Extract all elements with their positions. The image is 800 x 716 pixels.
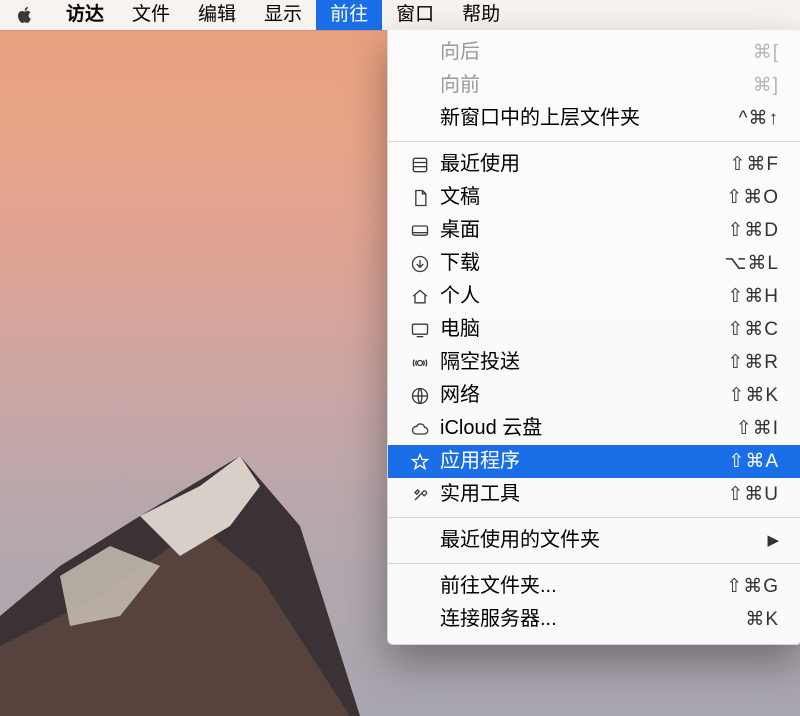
menu-item-recent-folders[interactable]: 最近使用的文件夹 ▶ [388,524,800,557]
menu-item-connect-server[interactable]: 连接服务器... ⌘K [388,603,800,636]
menu-item-shortcut: ⇧⌘H [727,280,779,313]
menu-item-shortcut: ^⌘↑ [739,102,779,135]
menu-item-shortcut: ⇧⌘C [727,313,779,346]
menu-file[interactable]: 文件 [118,0,184,30]
menu-item-label: 应用程序 [440,445,728,478]
menu-item-label: 桌面 [440,214,727,247]
icloud-icon [410,419,440,439]
menu-go[interactable]: 前往 [316,0,382,30]
menu-item-label: 向前 [440,69,753,102]
airdrop-icon [410,353,440,373]
menu-item-shortcut: ⇧⌘A [728,445,779,478]
menubar: 访达 文件 编辑 显示 前往 窗口 帮助 [0,0,800,30]
menu-item-shortcut: ⇧⌘K [728,379,779,412]
menu-separator [388,141,800,142]
network-icon [410,386,440,406]
documents-icon [410,188,440,208]
menu-item-documents[interactable]: 文稿 ⇧⌘O [388,181,800,214]
utilities-icon [410,485,440,505]
menu-item-shortcut: ⌘[ [753,36,779,69]
desktop-icon [410,221,440,241]
computer-icon [410,320,440,340]
menu-item-shortcut: ⇧⌘O [726,181,779,214]
menu-item-label: 隔空投送 [440,346,727,379]
menu-item-shortcut: ⇧⌘U [727,478,779,511]
menu-item-shortcut: ⇧⌘G [726,570,779,603]
menu-item-label: 下载 [440,247,725,280]
menu-item-computer[interactable]: 电脑 ⇧⌘C [388,313,800,346]
menu-item-go-to-folder[interactable]: 前往文件夹... ⇧⌘G [388,570,800,603]
menu-item-icloud[interactable]: iCloud 云盘 ⇧⌘I [388,412,800,445]
menu-item-desktop[interactable]: 桌面 ⇧⌘D [388,214,800,247]
menu-item-shortcut: ⌥⌘L [725,247,779,280]
menu-item-label: 电脑 [440,313,727,346]
menu-item-label: 新窗口中的上层文件夹 [440,102,739,135]
menu-item-recents[interactable]: 最近使用 ⇧⌘F [388,148,800,181]
downloads-icon [410,254,440,274]
menu-item-label: 最近使用 [440,148,729,181]
menu-item-shortcut: ⌘K [745,603,779,636]
menu-item-label: 文稿 [440,181,726,214]
menu-item-shortcut: ⇧⌘D [727,214,779,247]
home-icon [410,287,440,307]
menu-item-network[interactable]: 网络 ⇧⌘K [388,379,800,412]
recents-icon [410,155,440,175]
menu-item-shortcut: ⇧⌘R [727,346,779,379]
menu-item-utilities[interactable]: 实用工具 ⇧⌘U [388,478,800,511]
menu-item-label: 最近使用的文件夹 [440,524,767,557]
menu-item-shortcut: ⇧⌘F [729,148,779,181]
menu-item-airdrop[interactable]: 隔空投送 ⇧⌘R [388,346,800,379]
menu-item-forward: 向前 ⌘] [388,69,800,102]
applications-icon [410,452,440,472]
menu-item-label: 前往文件夹... [440,570,726,603]
menu-item-label: 实用工具 [440,478,727,511]
menu-item-downloads[interactable]: 下载 ⌥⌘L [388,247,800,280]
menu-item-label: 网络 [440,379,728,412]
menu-edit[interactable]: 编辑 [184,0,250,30]
submenu-arrow-icon: ▶ [767,524,779,557]
apple-menu[interactable] [14,5,36,25]
menu-help[interactable]: 帮助 [448,0,514,30]
menu-item-label: 连接服务器... [440,603,745,636]
menu-view[interactable]: 显示 [250,0,316,30]
menu-item-home[interactable]: 个人 ⇧⌘H [388,280,800,313]
menu-item-shortcut: ⌘] [753,69,779,102]
menu-app-name[interactable]: 访达 [52,0,118,30]
menu-item-label: 向后 [440,36,753,69]
menu-item-label: 个人 [440,280,727,313]
go-menu-dropdown: 向后 ⌘[ 向前 ⌘] 新窗口中的上层文件夹 ^⌘↑ 最近使用 ⇧⌘F 文稿 ⇧… [387,30,800,645]
menu-item-shortcut: ⇧⌘I [736,412,779,445]
menu-item-applications[interactable]: 应用程序 ⇧⌘A [388,445,800,478]
menu-item-label: iCloud 云盘 [440,412,736,445]
menu-item-back: 向后 ⌘[ [388,36,800,69]
menu-item-enclosing-folder[interactable]: 新窗口中的上层文件夹 ^⌘↑ [388,102,800,135]
menu-window[interactable]: 窗口 [382,0,448,30]
apple-icon [15,5,35,25]
menu-separator [388,563,800,564]
menu-separator [388,517,800,518]
